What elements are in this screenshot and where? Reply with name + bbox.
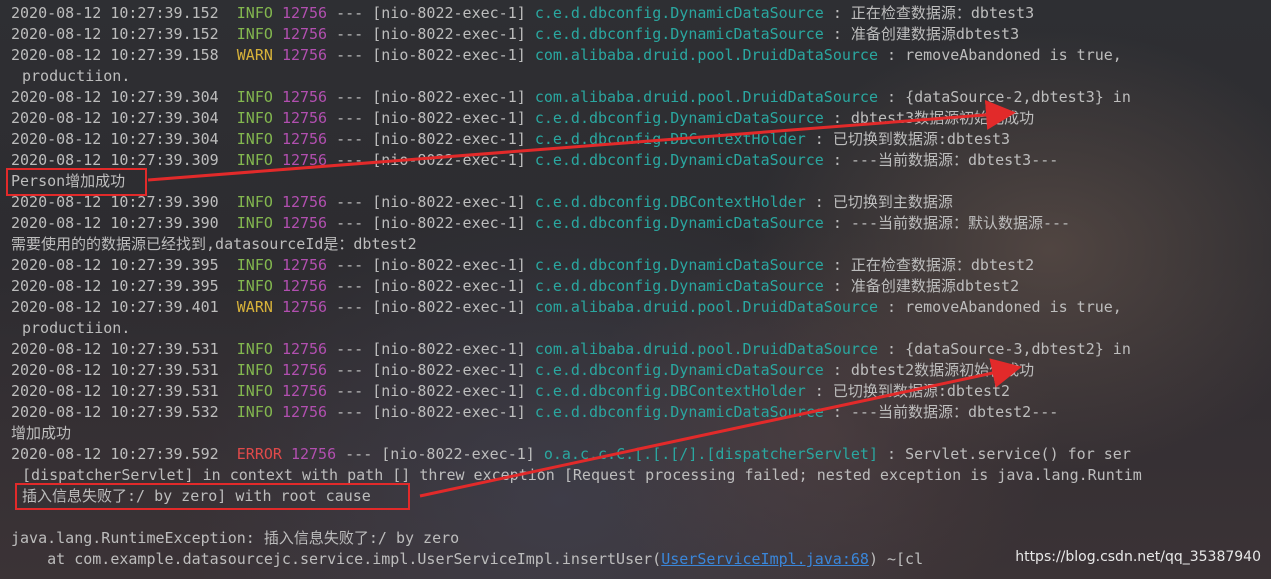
arrow-to-dbtest2-init <box>419 358 1022 498</box>
annotation-arrows <box>147 99 1022 498</box>
watermark-text: https://blog.csdn.net/qq_35387940 <box>1015 549 1261 565</box>
arrow-to-dbtest3-init <box>147 99 1016 182</box>
